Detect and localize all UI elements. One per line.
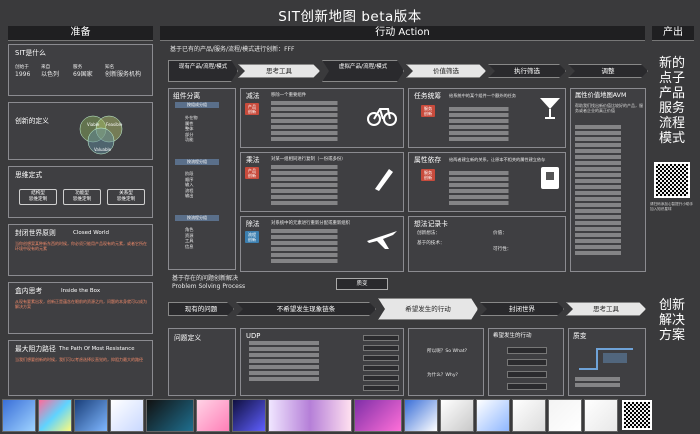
quality-curve: [579, 348, 633, 370]
thumbnail-12[interactable]: [476, 399, 510, 432]
mindset-functional[interactable]: 功能型 思维定制: [63, 189, 101, 205]
mindset-panel: 思维定式 结构型 思维定制 功能型 思维定制 关系型 思维定制: [8, 166, 153, 218]
components-list-3: 角色 资源 工具 信息: [185, 227, 194, 249]
dependency-panel: 属性依存 服务 创新 给两者建立新的关系，让原本不相关的属性建立依存: [408, 152, 566, 212]
pstep-undesired-chain[interactable]: 不希望发生现象链条: [236, 302, 376, 316]
mindset-relational[interactable]: 关系型 思维定制: [107, 189, 145, 205]
inside-box-panel: 盒内思考 Inside the Box 从现有要素出发，创新正是蕴含在眼前的资源…: [8, 282, 153, 334]
subtract-panel: 减法 产品 创新 移除一个重要组件: [240, 88, 404, 148]
pstep-existing-problem[interactable]: 现有的问题: [168, 302, 234, 316]
step-adjust[interactable]: 调整: [568, 64, 648, 78]
pstep-desired-action[interactable]: 希望发生的行动: [378, 298, 478, 320]
components-list-1: 外在物 属性 整体 部分 功能: [185, 115, 198, 142]
venn-label-viable: Viable: [87, 122, 100, 127]
airplane-icon: [367, 231, 397, 249]
thumbnail-15[interactable]: [584, 399, 618, 432]
qr-code[interactable]: [654, 162, 690, 198]
quality-change-label: 质变: [336, 278, 388, 290]
bicycle-icon: [367, 108, 397, 126]
sit-what-title: SIT是什么: [15, 49, 46, 57]
output-new-ideas: 新的 点子 产品 服务 流程 模式: [658, 56, 685, 146]
thumbnail-7[interactable]: [232, 399, 266, 432]
thumbnail-qr[interactable]: [622, 400, 652, 430]
venn-label-valuable: Valuable: [94, 147, 112, 152]
mindset-structural[interactable]: 结构型 思维定制: [19, 189, 57, 205]
quality-panel: 质变: [568, 328, 646, 396]
header-action: 行动 Action: [160, 26, 645, 41]
thumbnail-10[interactable]: [404, 399, 438, 432]
shield-icon: [541, 167, 559, 189]
pstep-closed-world[interactable]: 封闭世界: [480, 302, 564, 316]
thumbnail-2[interactable]: [38, 399, 72, 432]
thumbnail-11[interactable]: [440, 399, 474, 432]
output-solutions: 创新 解决 方案: [658, 298, 685, 343]
venn-diagram: Viable Feasible Valuable: [79, 115, 123, 155]
components-list-2: 阶段 顺序 输入 流程 输出: [185, 171, 194, 198]
thumbnail-5[interactable]: [146, 399, 194, 432]
closed-world-panel: 封闭世界原则 Closed World 当你创想案某种新东西的时候，你必须只能用…: [8, 224, 153, 276]
step-thinking-tools[interactable]: 思考工具: [238, 64, 320, 78]
header-prepare: 准备: [8, 26, 153, 41]
idea-card-panel: 想法记录卡 创新想法： 基于的技术： 价值： 可行性：: [408, 216, 566, 272]
step-value-filter[interactable]: 价值筛选: [406, 64, 486, 78]
expected-action-panel: 希望发生的行动: [488, 328, 564, 396]
definition-panel: 创新的定义 Viable Feasible Valuable: [8, 102, 153, 160]
thumbnail-1[interactable]: [2, 399, 36, 432]
task-unify-panel: 任务统筹 服务 创新 给系统中的某个组件一个额外的任务: [408, 88, 566, 148]
problem-define-panel: 问题定义: [168, 328, 236, 396]
so-what-panel: 所以呢？So What? 为什么？Why?: [408, 328, 484, 396]
mindset-title: 思维定式: [15, 171, 43, 179]
thumbnail-caption: [656, 399, 698, 432]
components-panel: 组件分离 按组成分组 外在物 属性 整体 部分 功能 按流程分组 阶段 顺序 输…: [168, 88, 236, 270]
thumbnail-3[interactable]: [74, 399, 108, 432]
divide-panel: 除法 流程 创新 对系统中的元素进行重新分配或重新组织: [240, 216, 404, 272]
multiply-panel: 乘法 产品 创新 对某一组相同进行复制（一份或多份）: [240, 152, 404, 212]
venn-label-feasible: Feasible: [106, 122, 123, 127]
step-existing[interactable]: 现有产品/流程/模式: [168, 60, 238, 82]
thumbnail-9[interactable]: [354, 399, 402, 432]
avm-panel: 属性价值地图AVM 帮助我们找出新价值比较好的产品，服务或者企业的真正价值: [570, 88, 646, 272]
razor-icon: [375, 169, 393, 191]
thumbnail-8[interactable]: [268, 399, 352, 432]
definition-title: 创新的定义: [15, 117, 49, 125]
cocktail-icon: [540, 98, 560, 119]
step-virtual[interactable]: 虚拟产品/流程/模式: [322, 60, 404, 82]
sit-what-panel: SIT是什么 创始于 1996 来自 以色列 服务 69国家 知名 创新服务机构: [8, 44, 153, 96]
thumbnail-4[interactable]: [110, 399, 144, 432]
page-title: SIT创新地图 beta版本: [278, 9, 422, 25]
pstep-thinking-tools[interactable]: 思考工具: [566, 302, 646, 316]
header-output: 产出: [652, 26, 694, 41]
resistance-panel: 最大阻力路径 The Path Of Most Resistance 当我们想要…: [8, 340, 153, 396]
step-execution-filter[interactable]: 执行筛选: [488, 64, 566, 78]
thumbnail-14[interactable]: [548, 399, 582, 432]
action-intro: 基于已有的产品/服务/流程/模式进行创新：FFF: [170, 46, 295, 53]
thumbnail-13[interactable]: [512, 399, 546, 432]
thumbnail-6[interactable]: [196, 399, 230, 432]
udp-panel: UDP: [240, 328, 404, 396]
